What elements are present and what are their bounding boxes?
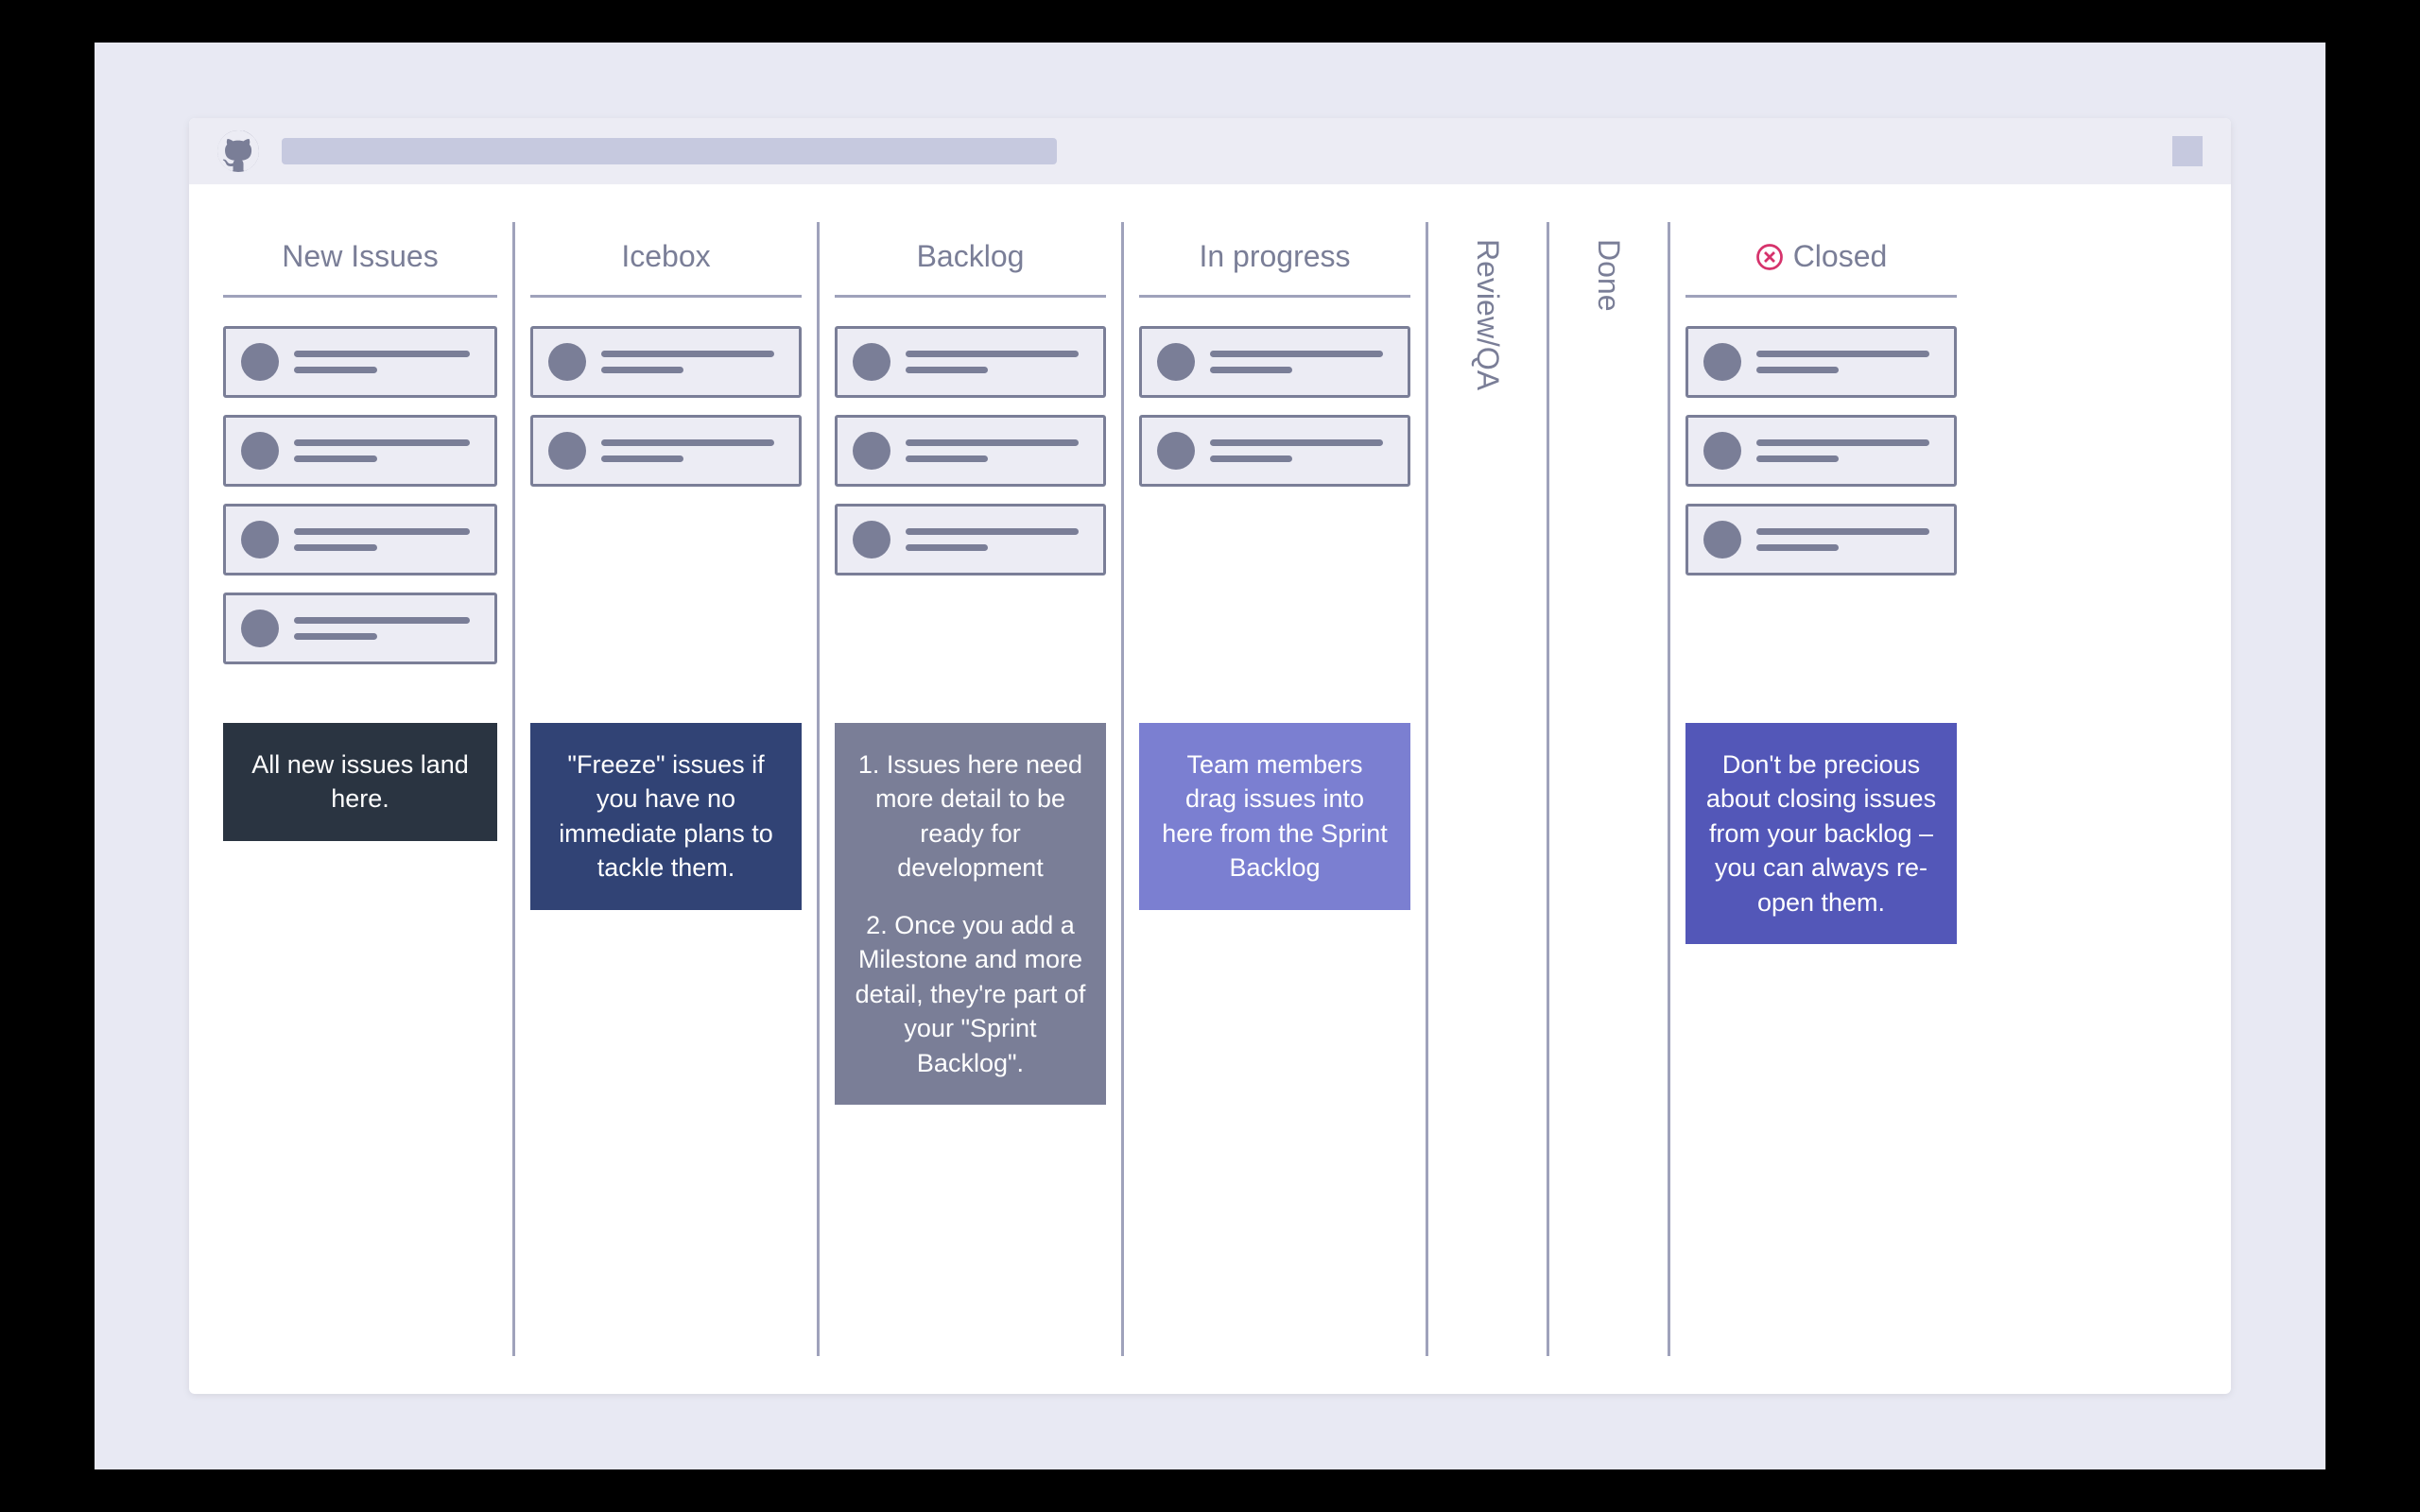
avatar (548, 343, 586, 381)
divider (1685, 295, 1957, 298)
kanban-board: New Issues All new issues land here. Ice… (189, 184, 2231, 1394)
column-in-progress: In progress Team members drag issues int… (1121, 222, 1426, 1356)
issue-card[interactable] (530, 415, 802, 487)
column-title: Done (1591, 222, 1626, 329)
card-text-placeholder (1756, 351, 1939, 373)
card-list[interactable] (835, 326, 1106, 723)
divider (530, 295, 802, 298)
avatar (241, 610, 279, 647)
issue-card[interactable] (1139, 415, 1410, 487)
issue-card[interactable] (223, 415, 497, 487)
issue-card[interactable] (223, 504, 497, 576)
card-text-placeholder (601, 351, 784, 373)
issue-card[interactable] (223, 593, 497, 664)
card-list[interactable] (1139, 326, 1410, 723)
avatar (853, 432, 890, 470)
card-text-placeholder (906, 528, 1088, 551)
card-text-placeholder (906, 439, 1088, 462)
column-title: In progress (1199, 222, 1350, 295)
divider (223, 295, 497, 298)
column-review-qa: Review/QA (1426, 222, 1547, 1356)
card-text-placeholder (294, 439, 479, 462)
column-title: Closed (1755, 222, 1888, 295)
column-backlog: Backlog 1. Issues here need more detail … (817, 222, 1121, 1356)
github-icon (217, 130, 259, 172)
browser-header (189, 118, 2231, 184)
column-closed: Closed Don't be precious about closing i… (1668, 222, 1972, 1356)
closed-icon (1755, 243, 1784, 271)
card-text-placeholder (1756, 528, 1939, 551)
column-note: "Freeze" issues if you have no immediate… (530, 723, 802, 910)
avatar (1157, 343, 1195, 381)
issue-card[interactable] (1685, 415, 1957, 487)
column-note: All new issues land here. (223, 723, 497, 841)
avatar (1703, 432, 1741, 470)
issue-card[interactable] (530, 326, 802, 398)
column-title: Review/QA (1470, 222, 1505, 407)
issue-card[interactable] (1685, 504, 1957, 576)
column-title-text: Closed (1793, 239, 1888, 274)
issue-card[interactable] (1685, 326, 1957, 398)
avatar (1703, 521, 1741, 558)
avatar (241, 432, 279, 470)
card-text-placeholder (294, 351, 479, 373)
card-text-placeholder (1756, 439, 1939, 462)
card-text-placeholder (294, 617, 479, 640)
card-text-placeholder (601, 439, 784, 462)
column-new-issues: New Issues All new issues land here. (208, 222, 512, 1356)
avatar (853, 521, 890, 558)
card-text-placeholder (1210, 351, 1392, 373)
avatar (1157, 432, 1195, 470)
window-control-icon[interactable] (2172, 136, 2203, 166)
divider (1139, 295, 1410, 298)
column-title: Backlog (917, 222, 1025, 295)
avatar (241, 521, 279, 558)
issue-card[interactable] (835, 504, 1106, 576)
diagram-frame: New Issues All new issues land here. Ice… (95, 43, 2325, 1469)
address-bar[interactable] (282, 138, 1057, 164)
avatar (241, 343, 279, 381)
avatar (548, 432, 586, 470)
column-note: Don't be precious about closing issues f… (1685, 723, 1957, 944)
card-list[interactable] (223, 326, 497, 723)
issue-card[interactable] (835, 415, 1106, 487)
card-list[interactable] (1685, 326, 1957, 723)
card-text-placeholder (294, 528, 479, 551)
column-done: Done (1547, 222, 1668, 1356)
avatar (1703, 343, 1741, 381)
divider (835, 295, 1106, 298)
card-list[interactable] (530, 326, 802, 723)
issue-card[interactable] (223, 326, 497, 398)
card-text-placeholder (1210, 439, 1392, 462)
column-note: 1. Issues here need more detail to be re… (835, 723, 1106, 1105)
card-text-placeholder (906, 351, 1088, 373)
column-title: Icebox (621, 222, 710, 295)
browser-window: New Issues All new issues land here. Ice… (189, 118, 2231, 1394)
column-note: Team members drag issues into here from … (1139, 723, 1410, 910)
avatar (853, 343, 890, 381)
issue-card[interactable] (835, 326, 1106, 398)
issue-card[interactable] (1139, 326, 1410, 398)
column-title: New Issues (282, 222, 438, 295)
column-icebox: Icebox "Freeze" issues if you have no im… (512, 222, 817, 1356)
